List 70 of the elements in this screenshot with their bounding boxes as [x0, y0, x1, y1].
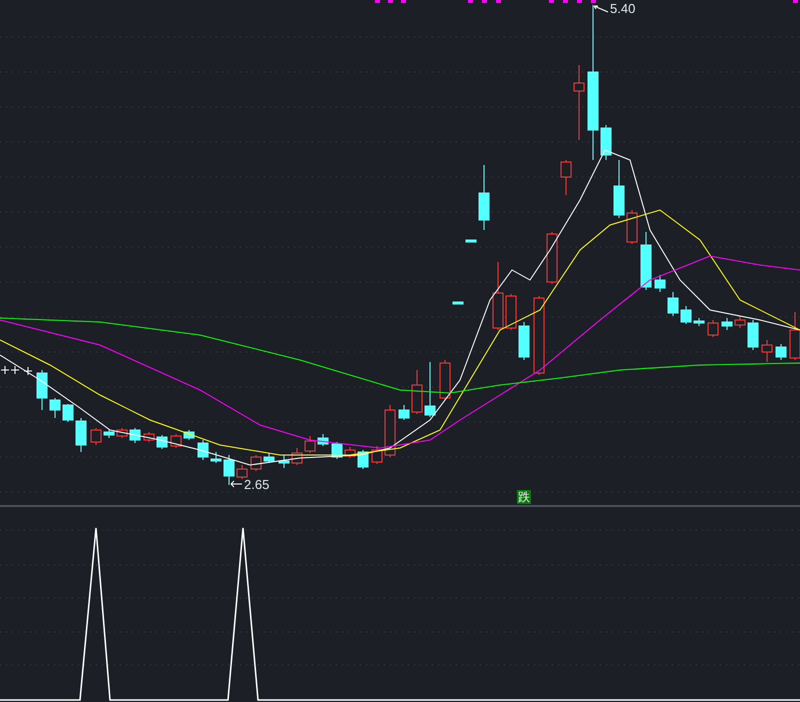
- signal-mark: [496, 0, 501, 3]
- price-candle: [36, 370, 48, 410]
- price-candle: [668, 292, 678, 316]
- price-candle: [384, 404, 396, 458]
- price-candle: [478, 164, 490, 230]
- price-candle: [776, 344, 786, 360]
- price-candle: [224, 454, 234, 486]
- price-candle: [424, 362, 436, 418]
- price-candle: [694, 318, 704, 326]
- price-candle: [452, 302, 464, 304]
- price-candle: [708, 320, 718, 338]
- price-candle: [654, 274, 666, 292]
- price-candle: [440, 360, 450, 400]
- price-candle: [116, 428, 128, 438]
- signal-mark: [468, 0, 473, 3]
- price-candle: [156, 434, 168, 450]
- price-candle: [518, 322, 530, 360]
- price-candle: [10, 366, 20, 374]
- signal-mark: [549, 0, 554, 3]
- signal-mark: [388, 0, 393, 3]
- high-price-label: 5.40: [610, 1, 636, 17]
- price-candle: [304, 436, 316, 454]
- price-candle: [318, 434, 328, 446]
- price-candle: [506, 294, 516, 330]
- price-candle: [24, 366, 32, 376]
- signal-mark: [563, 0, 568, 3]
- price-candle: [734, 316, 746, 328]
- price-candle: [626, 210, 638, 244]
- price-candle: [144, 432, 154, 442]
- price-candle: [344, 446, 356, 458]
- price-candle: [748, 320, 758, 350]
- price-candle: [264, 452, 274, 464]
- price-candle: [466, 240, 476, 242]
- pointer-arrow: [230, 480, 242, 488]
- price-candle: [198, 440, 208, 460]
- low-price-label: 2.65: [244, 477, 270, 493]
- price-candle: [614, 160, 624, 218]
- price-candle: [600, 124, 612, 160]
- signal-badge: 跌: [517, 490, 531, 504]
- signal-mark: [793, 0, 798, 3]
- price-candle: [546, 232, 558, 284]
- price-candle: [560, 160, 572, 196]
- price-candle: [76, 418, 86, 452]
- signal-mark: [401, 0, 406, 3]
- price-candle: [398, 404, 410, 420]
- price-candle: [130, 428, 140, 444]
- price-candle: [722, 318, 732, 330]
- price-candle: [90, 428, 102, 446]
- pointer-arrow: [594, 6, 608, 12]
- price-candle: [250, 454, 262, 472]
- price-candle: [492, 262, 504, 330]
- price-candle: [372, 446, 382, 464]
- price-candle: [0, 366, 10, 374]
- price-candle: [278, 454, 290, 468]
- price-candle: [210, 452, 222, 464]
- price-candle: [412, 370, 422, 414]
- price-candle: [640, 232, 652, 290]
- signal-mark: [591, 0, 596, 3]
- price-candle: [104, 430, 114, 438]
- signal-mark: [482, 0, 487, 3]
- signal-mark: [375, 0, 380, 3]
- price-candle: [170, 434, 182, 448]
- price-candle: [50, 398, 60, 418]
- signal-mark: [577, 0, 582, 3]
- price-candle: [236, 464, 248, 480]
- price-candle: [762, 340, 772, 362]
- price-candle: [184, 430, 194, 440]
- price-candle: [292, 448, 302, 466]
- price-candle: [62, 404, 74, 422]
- price-candle: [680, 306, 692, 324]
